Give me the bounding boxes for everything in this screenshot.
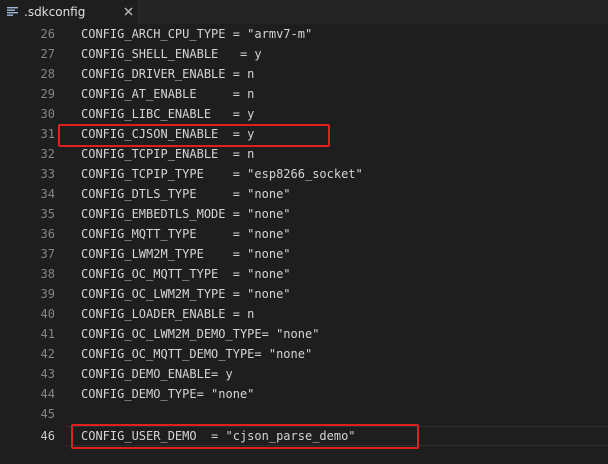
- line-number: 38: [40, 267, 55, 281]
- code-line: 33 CONFIG_TCPIP_TYPE = "esp8266_socket": [0, 164, 608, 184]
- code-line: 29 CONFIG_AT_ENABLE = n: [0, 84, 608, 104]
- code-line: 44 CONFIG_DEMO_TYPE= "none": [0, 384, 608, 404]
- line-text: CONFIG_DTLS_TYPE = "none": [81, 187, 291, 201]
- line-number: 27: [40, 47, 55, 61]
- code-line: 31 CONFIG_CJSON_ENABLE = y: [0, 124, 608, 144]
- line-number: 28: [40, 67, 55, 81]
- code-line: 40 CONFIG_LOADER_ENABLE = n: [0, 304, 608, 324]
- line-text: CONFIG_LIBC_ENABLE = y: [81, 107, 255, 121]
- line-text: CONFIG_DRIVER_ENABLE = n: [81, 67, 255, 81]
- code-line: 42 CONFIG_OC_MQTT_DEMO_TYPE= "none": [0, 344, 608, 364]
- line-number: 31: [40, 127, 55, 141]
- code-line: 36 CONFIG_MQTT_TYPE = "none": [0, 224, 608, 244]
- line-text: CONFIG_EMBEDTLS_MODE = "none": [81, 207, 291, 221]
- line-text: CONFIG_OC_MQTT_DEMO_TYPE= "none": [81, 347, 313, 361]
- code-line: 26 CONFIG_ARCH_CPU_TYPE = "armv7-m": [0, 24, 608, 44]
- line-number: 33: [40, 167, 55, 181]
- code-line: 32 CONFIG_TCPIP_ENABLE = n: [0, 144, 608, 164]
- line-number: 32: [40, 147, 55, 161]
- line-text: CONFIG_ARCH_CPU_TYPE = "armv7-m": [81, 27, 313, 41]
- code-editor: .sdkconfig 26 CONFIG_ARCH_CPU_TYPE = "arm…: [0, 0, 608, 464]
- line-text: CONFIG_DEMO_TYPE= "none": [81, 387, 255, 401]
- line-number: 43: [40, 367, 55, 381]
- line-text: CONFIG_LWM2M_TYPE = "none": [81, 247, 291, 261]
- line-text: CONFIG_MQTT_TYPE = "none": [81, 227, 291, 241]
- tab-sdkconfig[interactable]: .sdkconfig: [0, 0, 139, 24]
- line-number: 41: [40, 327, 55, 341]
- line-text: CONFIG_USER_DEMO = "cjson_parse_demo": [81, 429, 356, 443]
- line-number: 29: [40, 87, 55, 101]
- line-number: 45: [40, 407, 55, 421]
- tab-bar: .sdkconfig: [0, 0, 608, 24]
- line-number: 36: [40, 227, 55, 241]
- line-number: 30: [40, 107, 55, 121]
- close-icon[interactable]: [124, 7, 133, 16]
- line-number: 44: [40, 387, 55, 401]
- code-line: 27 CONFIG_SHELL_ENABLE = y: [0, 44, 608, 64]
- line-text: CONFIG_DEMO_ENABLE= y: [81, 367, 233, 381]
- code-line: 45: [0, 404, 608, 424]
- line-text: CONFIG_TCPIP_TYPE = "esp8266_socket": [81, 167, 363, 181]
- code-line: 37 CONFIG_LWM2M_TYPE = "none": [0, 244, 608, 264]
- line-number: 35: [40, 207, 55, 221]
- line-text: CONFIG_CJSON_ENABLE = y: [81, 127, 255, 141]
- line-text: CONFIG_SHELL_ENABLE = y: [81, 47, 262, 61]
- code-line: 34 CONFIG_DTLS_TYPE = "none": [0, 184, 608, 204]
- code-line: 28 CONFIG_DRIVER_ENABLE = n: [0, 64, 608, 84]
- line-number: 34: [40, 187, 55, 201]
- line-number: 40: [40, 307, 55, 321]
- tab-label: .sdkconfig: [24, 5, 86, 19]
- line-text: CONFIG_TCPIP_ENABLE = n: [81, 147, 255, 161]
- line-text: CONFIG_OC_LWM2M_TYPE = "none": [81, 287, 291, 301]
- line-text: CONFIG_AT_ENABLE = n: [81, 87, 255, 101]
- line-text: CONFIG_LOADER_ENABLE = n: [81, 307, 255, 321]
- line-number: 39: [40, 287, 55, 301]
- line-number: 42: [40, 347, 55, 361]
- code-line: 41 CONFIG_OC_LWM2M_DEMO_TYPE= "none": [0, 324, 608, 344]
- code-line: 43 CONFIG_DEMO_ENABLE= y: [0, 364, 608, 384]
- code-line: 30 CONFIG_LIBC_ENABLE = y: [0, 104, 608, 124]
- code-line: 39 CONFIG_OC_LWM2M_TYPE = "none": [0, 284, 608, 304]
- code-line: 38 CONFIG_OC_MQTT_TYPE = "none": [0, 264, 608, 284]
- code-line-current: 46 CONFIG_USER_DEMO = "cjson_parse_demo": [0, 426, 608, 446]
- line-number: 37: [40, 247, 55, 261]
- line-text: CONFIG_OC_MQTT_TYPE = "none": [81, 267, 291, 281]
- code-line: 35 CONFIG_EMBEDTLS_MODE = "none": [0, 204, 608, 224]
- list-lines-icon: [7, 7, 18, 16]
- line-number: 46: [40, 429, 55, 443]
- line-number: 26: [40, 27, 55, 41]
- code-area[interactable]: 26 CONFIG_ARCH_CPU_TYPE = "armv7-m" 27 CON…: [0, 24, 608, 464]
- line-text: CONFIG_OC_LWM2M_DEMO_TYPE= "none": [81, 327, 320, 341]
